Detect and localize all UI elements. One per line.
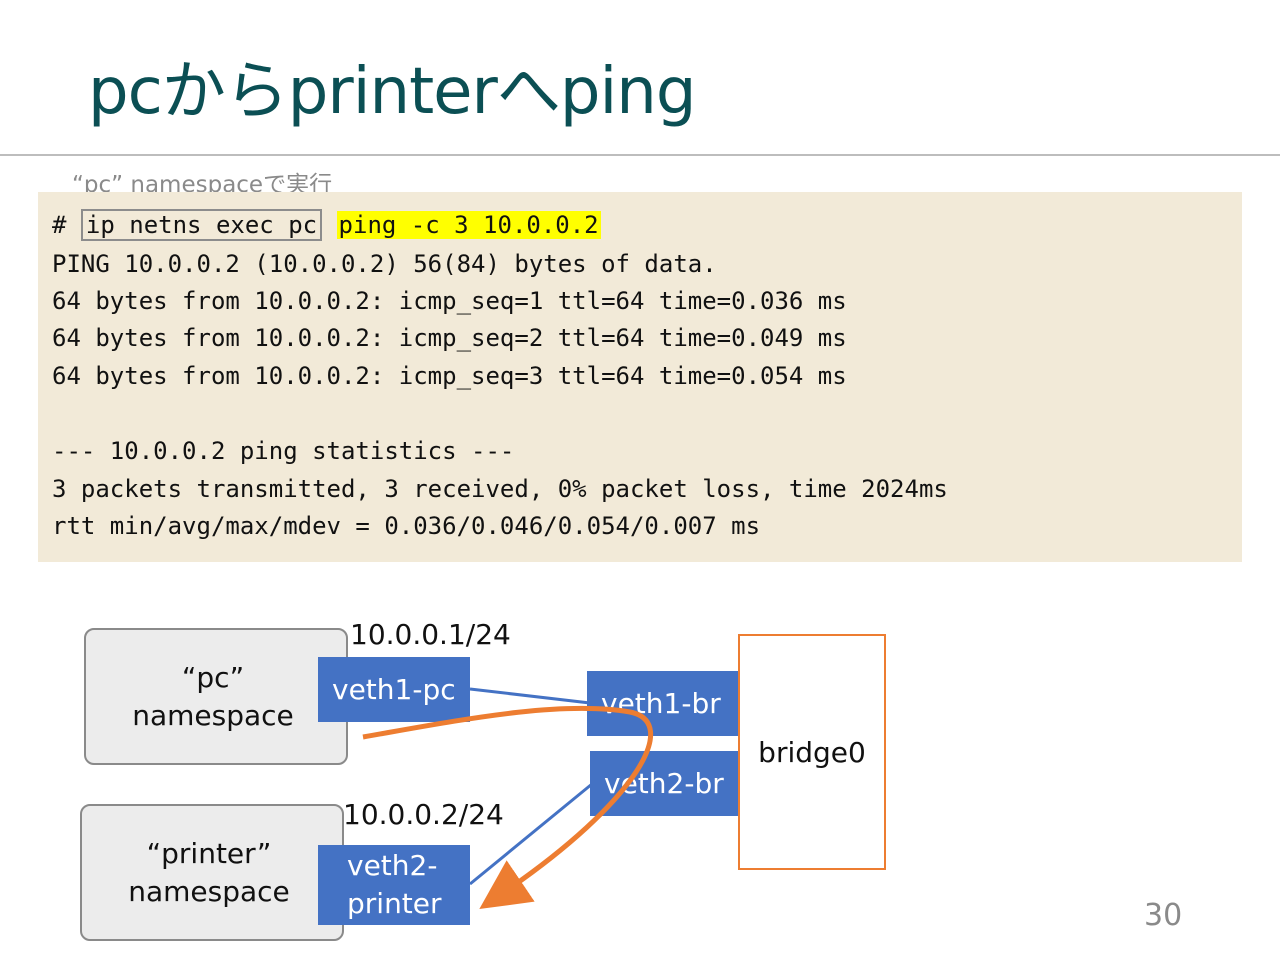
command-line: # ip netns exec pc ping -c 3 10.0.0.2 — [52, 209, 601, 241]
output-line: PING 10.0.0.2 (10.0.0.2) 56(84) bytes of… — [52, 250, 717, 278]
terminal-output-block: # ip netns exec pc ping -c 3 10.0.0.2 PI… — [38, 192, 1242, 562]
slide-title: pcからprinterへping — [88, 55, 696, 129]
bridge0-box: bridge0 — [738, 634, 886, 870]
veth1-br-label: veth1-br — [601, 686, 721, 720]
output-line: 64 bytes from 10.0.0.2: icmp_seq=1 ttl=6… — [52, 287, 847, 315]
output-line: 64 bytes from 10.0.0.2: icmp_seq=2 ttl=6… — [52, 324, 847, 352]
pc-namespace-box: “pc” namespace — [84, 628, 348, 765]
veth2-br-interface: veth2-br — [590, 751, 738, 816]
output-line: --- 10.0.0.2 ping statistics --- — [52, 437, 515, 465]
veth2-br-label: veth2-br — [604, 766, 724, 800]
veth1-pc-interface: veth1-pc — [318, 657, 470, 722]
veth1-pc-label: veth1-pc — [332, 672, 456, 706]
link-veth1 — [469, 687, 591, 705]
bridge0-label: bridge0 — [758, 735, 866, 769]
netns-exec-command: ip netns exec pc — [80, 209, 323, 241]
ping-command: ping -c 3 10.0.0.2 — [336, 211, 601, 239]
veth2-printer-interface: veth2- printer — [318, 845, 470, 925]
title-divider — [0, 154, 1280, 156]
printer-namespace-box: “printer” namespace — [80, 804, 344, 941]
printer-namespace-label: “printer” namespace — [128, 836, 290, 908]
veth1-br-interface: veth1-br — [587, 671, 738, 736]
printer-ip-label: 10.0.0.2/24 — [343, 798, 504, 831]
output-line: rtt min/avg/max/mdev = 0.036/0.046/0.054… — [52, 512, 761, 540]
shell-prompt: # — [52, 211, 67, 239]
output-line: 64 bytes from 10.0.0.2: icmp_seq=3 ttl=6… — [52, 362, 847, 390]
veth2-printer-label: veth2- printer — [347, 849, 442, 920]
pc-namespace-label: “pc” namespace — [132, 660, 294, 732]
output-line: 3 packets transmitted, 3 received, 0% pa… — [52, 475, 948, 503]
page-number: 30 — [1144, 898, 1183, 933]
pc-ip-label: 10.0.0.1/24 — [350, 618, 511, 651]
